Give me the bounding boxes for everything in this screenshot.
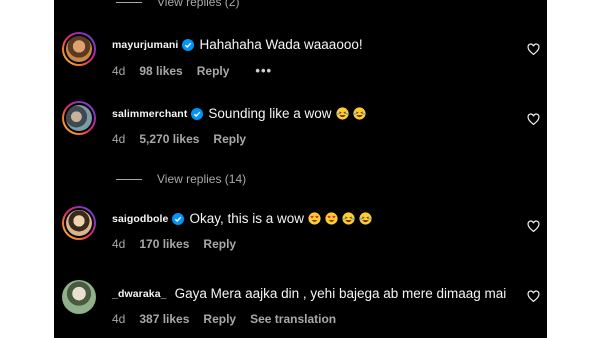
avatar[interactable] xyxy=(62,101,96,135)
comment-username[interactable]: mayurjumani xyxy=(112,39,178,51)
reply-button[interactable]: Reply xyxy=(203,237,236,251)
comment-age: 4d xyxy=(112,63,126,78)
replies-divider xyxy=(116,178,142,180)
replies-divider xyxy=(116,1,142,3)
reply-button[interactable]: Reply xyxy=(203,312,236,326)
avatar-image xyxy=(66,105,92,131)
avatar-image xyxy=(66,36,92,62)
comment-likes[interactable]: 387 likes xyxy=(139,312,189,326)
comment-text: Gaya Mera aajka din , yehi bajega ab mer… xyxy=(174,286,507,301)
view-replies-link[interactable]: View replies (14) xyxy=(116,172,246,186)
view-replies-label: View replies (2) xyxy=(157,0,240,9)
laughing-face-icon xyxy=(359,212,372,225)
view-replies-label: View replies (14) xyxy=(157,172,247,186)
laughing-face-icon xyxy=(335,107,349,120)
heart-eyes-face-icon xyxy=(325,212,338,225)
avatar[interactable] xyxy=(62,206,96,240)
heart-icon[interactable] xyxy=(527,290,540,303)
verified-badge-icon xyxy=(182,38,195,51)
see-translation-link[interactable]: See translation xyxy=(250,312,336,326)
comment-age: 4d xyxy=(112,237,126,251)
heart-icon[interactable] xyxy=(527,113,540,126)
comment-likes[interactable]: 98 likes xyxy=(139,64,182,78)
laughing-face-icon xyxy=(342,212,355,225)
view-replies-link[interactable]: View replies (2) xyxy=(116,0,239,9)
comment-text: Okay, this is a wow xyxy=(189,211,304,226)
heart-eyes-face-icon xyxy=(308,212,321,225)
comments-panel: View replies (2) mayurjumani Hahahaha Wa… xyxy=(54,0,547,338)
comment-text: Hahahaha Wada waaaooo! xyxy=(199,37,363,52)
comment-age: 4d xyxy=(112,312,126,326)
verified-badge-icon xyxy=(172,212,185,225)
comment-username[interactable]: salimmerchant xyxy=(112,108,187,120)
avatar[interactable] xyxy=(62,32,96,66)
reply-button[interactable]: Reply xyxy=(197,64,230,78)
laughing-face-icon xyxy=(352,107,366,120)
more-options-icon[interactable]: ••• xyxy=(255,63,272,78)
avatar-image xyxy=(62,280,96,314)
heart-icon[interactable] xyxy=(527,43,540,56)
avatar-image xyxy=(66,210,92,236)
reply-button[interactable]: Reply xyxy=(213,132,246,146)
avatar[interactable] xyxy=(62,280,96,314)
verified-badge-icon xyxy=(191,107,204,120)
comment-likes[interactable]: 5,270 likes xyxy=(139,132,199,146)
heart-icon[interactable] xyxy=(527,220,540,233)
comment-username[interactable]: saigodbole xyxy=(112,213,168,225)
comment-username[interactable]: _dwaraka_ xyxy=(112,288,167,300)
comment-age: 4d xyxy=(112,132,126,146)
comment-likes[interactable]: 170 likes xyxy=(139,237,189,251)
comment-text: Sounding like a wow xyxy=(208,106,332,121)
